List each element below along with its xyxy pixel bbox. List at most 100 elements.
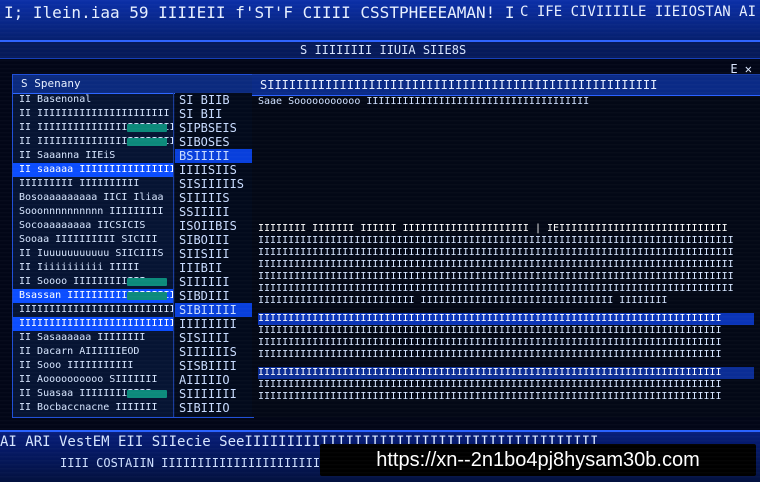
list-item-label: II Ssssssssssss IICIII [19, 416, 151, 417]
list-item[interactable]: SIBIIIO [175, 401, 253, 415]
log-line: IIIIIIIIIIIIIIIIIIIIIIIIIIIIIIIIIIIIIIII… [258, 259, 734, 270]
list-item[interactable]: II IIIIIIIIIIIIIIIIIIIIIII [13, 121, 173, 135]
list-item[interactable]: IIIIIIII [175, 317, 253, 331]
list-item-label: SIBIIIO [179, 401, 230, 415]
list-item[interactable]: SIIIIIIS [175, 345, 253, 359]
list-item[interactable]: II Saaanna IIEiS [13, 149, 173, 163]
list-item[interactable]: SI BIIB [175, 93, 253, 107]
log-line: IIIIIIIIIIIIIIIIIIIIIIIIII IIIIIIIIIIIII… [258, 295, 668, 306]
list-item-label: II Dacarn AIIIIIIEOD [19, 346, 140, 357]
list-item-label: II Sasaaaaaa IIIIIIII [19, 332, 146, 343]
list-item[interactable]: II IIIIIIIIIIIIIIIIIIIIIII [13, 135, 173, 149]
list-item[interactable]: II IIIIIIIIIIIIIIIIIIIIII [13, 107, 173, 121]
list-item[interactable]: II Sasaaaaaa IIIIIIII [13, 331, 173, 345]
log-line: IIIIIIIIIIIIIIIIIIIIIIIIIIIIIIIIIIIIIIII… [258, 391, 722, 402]
log-line: IIIIIIIIIIIIIIIIIIIIIIIIIIIIIIIIIIIIIIII… [258, 247, 734, 258]
list-item[interactable]: IIIIIIIIIIIIIIIIIIIIIIIIIII [13, 303, 173, 317]
list-item-label: IIIBII [179, 261, 223, 275]
sub-toolbar: S IIIIIIII IIUIA SIIE8S [0, 42, 760, 59]
list-item-label: SIBDIII [179, 289, 230, 303]
list-item-label: SSIIIII [179, 205, 230, 219]
list-item[interactable]: II Iuuuuuuuuuuu SIICIIIS [13, 247, 173, 261]
list-item[interactable]: II Sooo IIIIIIIIIII [13, 359, 173, 373]
list-item[interactable]: SISBIIII [175, 359, 253, 373]
list-item-label: SIBIIIII [179, 303, 237, 317]
log-line: IIIIIIIIIIIIIIIIIIIIIIIIIIIIIIIIIIIIIIII… [258, 337, 722, 348]
list-item[interactable]: II Aoooooooooo SIIIIIII [13, 373, 173, 387]
list-item[interactable]: SISIIIIIS [175, 177, 253, 191]
list-item[interactable]: II Soooo IIIIIIIIIIII [13, 275, 173, 289]
list-item-label: SIIIIIII [179, 387, 237, 401]
list-item-label: SIIIIIIS [179, 345, 237, 359]
list-item-label: II Saaanna IIEiS [19, 150, 116, 161]
breadcrumb: Saae Sooooooooooo IIIIIIIIIIIIIIIIIIIIII… [258, 96, 590, 107]
list-item[interactable]: II Dacarn AIIIIIIEOD [13, 345, 173, 359]
list-item[interactable]: AIIIIIO [175, 373, 253, 387]
list-item[interactable]: SIIIIII [175, 275, 253, 289]
log-line: IIIIIIIIIIIIIIIIIIIIIIIIIIIIIIIIIIIIIIII… [258, 271, 734, 282]
list-item-label: SISIIII [179, 331, 230, 345]
list-item-label: II Sooo IIIIIIIIIII [19, 360, 134, 371]
list-item-label: IIIISIIS [179, 163, 237, 177]
list-item-label: AIIIIIO [179, 373, 230, 387]
list-item[interactable]: Socoaaaaaaaa IICSICIS [13, 219, 173, 233]
log-block-3: IIIIIIIIIIIIIIIIIIIIIIIIIIIIIIIIIIIIIIII… [258, 367, 754, 403]
list-item[interactable]: SSIIIII [175, 205, 253, 219]
right-output-pane: SIIIIIIIIIIIIIIIIIIIIIIIIIIIIIIIIIIIIIII… [252, 74, 760, 417]
list-item[interactable]: Bosoaaaaaaaaa IICI Iliaa [13, 191, 173, 205]
list-item-label: Sooaa IIIIIIIIII SICIII [19, 234, 158, 245]
list-item[interactable]: SIIIIIS [175, 191, 253, 205]
list-item[interactable]: Sooaa IIIIIIIIII SICIII [13, 233, 173, 247]
list-item[interactable]: Bsassan IIIIIIIIIIIIIIIIIII [13, 289, 173, 303]
log-block-1: IIIIIIII IIIIIII IIIIII IIIIIIIIIIIIIIII… [258, 223, 754, 307]
list-item-label: II Iuuuuuuuuuuu SIICIIIS [19, 248, 164, 259]
list-item[interactable]: IIIIIIIIIIIIIIIIIIIIIIIIIII [13, 317, 173, 331]
top-menubar-title: I; Ilein.iaa 59 IIIIEII f'ST'F CIIII CSS… [4, 4, 514, 22]
left-pane-title: S Spenany [13, 75, 253, 94]
list-item[interactable]: SIBOSES [175, 135, 253, 149]
left-pane-details: SI BIIB SI BII SIPBSEIS SIBOSES BSIIIII IIIIS… [175, 93, 253, 417]
list-item[interactable]: SIPBSEIS [175, 121, 253, 135]
left-file-pane: S Spenany II Basenonal II IIIIIIIIIIIIIII… [12, 74, 254, 418]
list-item[interactable]: IIIBII [175, 261, 253, 275]
top-menubar-right-text: C IFE CIVIIIILE IIEIOSTAN AIIII IIIEEPAV… [520, 4, 756, 20]
list-item-label: SI BIIB [179, 93, 230, 107]
list-item[interactable]: SISIIII [175, 331, 253, 345]
status-badge [127, 278, 167, 286]
list-item-label: Socoaaaaaaaa IICSICIS [19, 220, 146, 231]
list-item-label: SISBIIII [179, 359, 237, 373]
list-item[interactable]: II Iiiiiiiiiii IIIII [13, 261, 173, 275]
list-item-label: IIIIIIIII IIIIIIIIII [19, 178, 140, 189]
list-item-label: II Bocbaccnacne IIIIIII [19, 402, 158, 413]
list-item[interactable]: SIBDIII [175, 289, 253, 303]
list-item[interactable]: ISOIIBIS [175, 219, 253, 233]
list-item-label: BSIIIII [179, 149, 230, 163]
list-item[interactable]: II Suasaa IIIIIIIIIIII [13, 387, 173, 401]
list-item[interactable]: SIIIIIII [175, 387, 253, 401]
list-item-label: SI BII [179, 107, 223, 121]
log-line: IIIIIIIIIIIIIIIIIIIIIIIIIIIIIIIIIIIIIIII… [258, 349, 722, 360]
status-badge [127, 292, 167, 300]
list-item[interactable]: IIIIIIIII IIIIIIIIII [13, 177, 173, 191]
log-line: IIIIIIII IIIIIII IIIIII IIIIIIIIIIIIIIII… [258, 223, 728, 234]
list-item[interactable]: Sooonnnnnnnnnn IIIIIIIII [13, 205, 173, 219]
list-item[interactable]: II Ssssssssssss IICIII [13, 415, 173, 417]
list-item-label: II IIIIIIIIIIIIIIIIIIIIII [19, 108, 170, 119]
log-line: IIIIIIIIIIIIIIIIIIIIIIIIIIIIIIIIIIIIIIII… [258, 379, 722, 390]
list-item[interactable]: BSIIIII [175, 149, 253, 163]
top-menubar: I; Ilein.iaa 59 IIIIEII f'ST'F CIIII CSS… [0, 0, 760, 42]
list-item[interactable]: II saaaaa IIIIIIIIIIIIIIII [13, 163, 173, 177]
list-item-label: II saaaaa IIIIIIIIIIIIIIII [19, 164, 174, 175]
list-item[interactable]: SIBOIII [175, 233, 253, 247]
sub-toolbar-label: S IIIIIIII IIUIA SIIE8S [300, 43, 467, 57]
list-item[interactable]: II Basenonal [13, 93, 173, 107]
status-badge [127, 124, 167, 132]
log-line: IIIIIIIIIIIIIIIIIIIIIIIIIIIIIIIIIIIIIIII… [258, 283, 734, 294]
list-item[interactable]: II Bocbaccnacne IIIIIII [13, 401, 173, 415]
list-item[interactable]: SIBIIIII [175, 303, 253, 317]
log-line: IIIIIIIIIIIIIIIIIIIIIIIIIIIIIIIIIIIIIIII… [258, 325, 722, 336]
list-item[interactable]: SIISIII [175, 247, 253, 261]
list-item-label: SIIIIIS [179, 191, 230, 205]
list-item[interactable]: SI BII [175, 107, 253, 121]
list-item[interactable]: IIIISIIS [175, 163, 253, 177]
